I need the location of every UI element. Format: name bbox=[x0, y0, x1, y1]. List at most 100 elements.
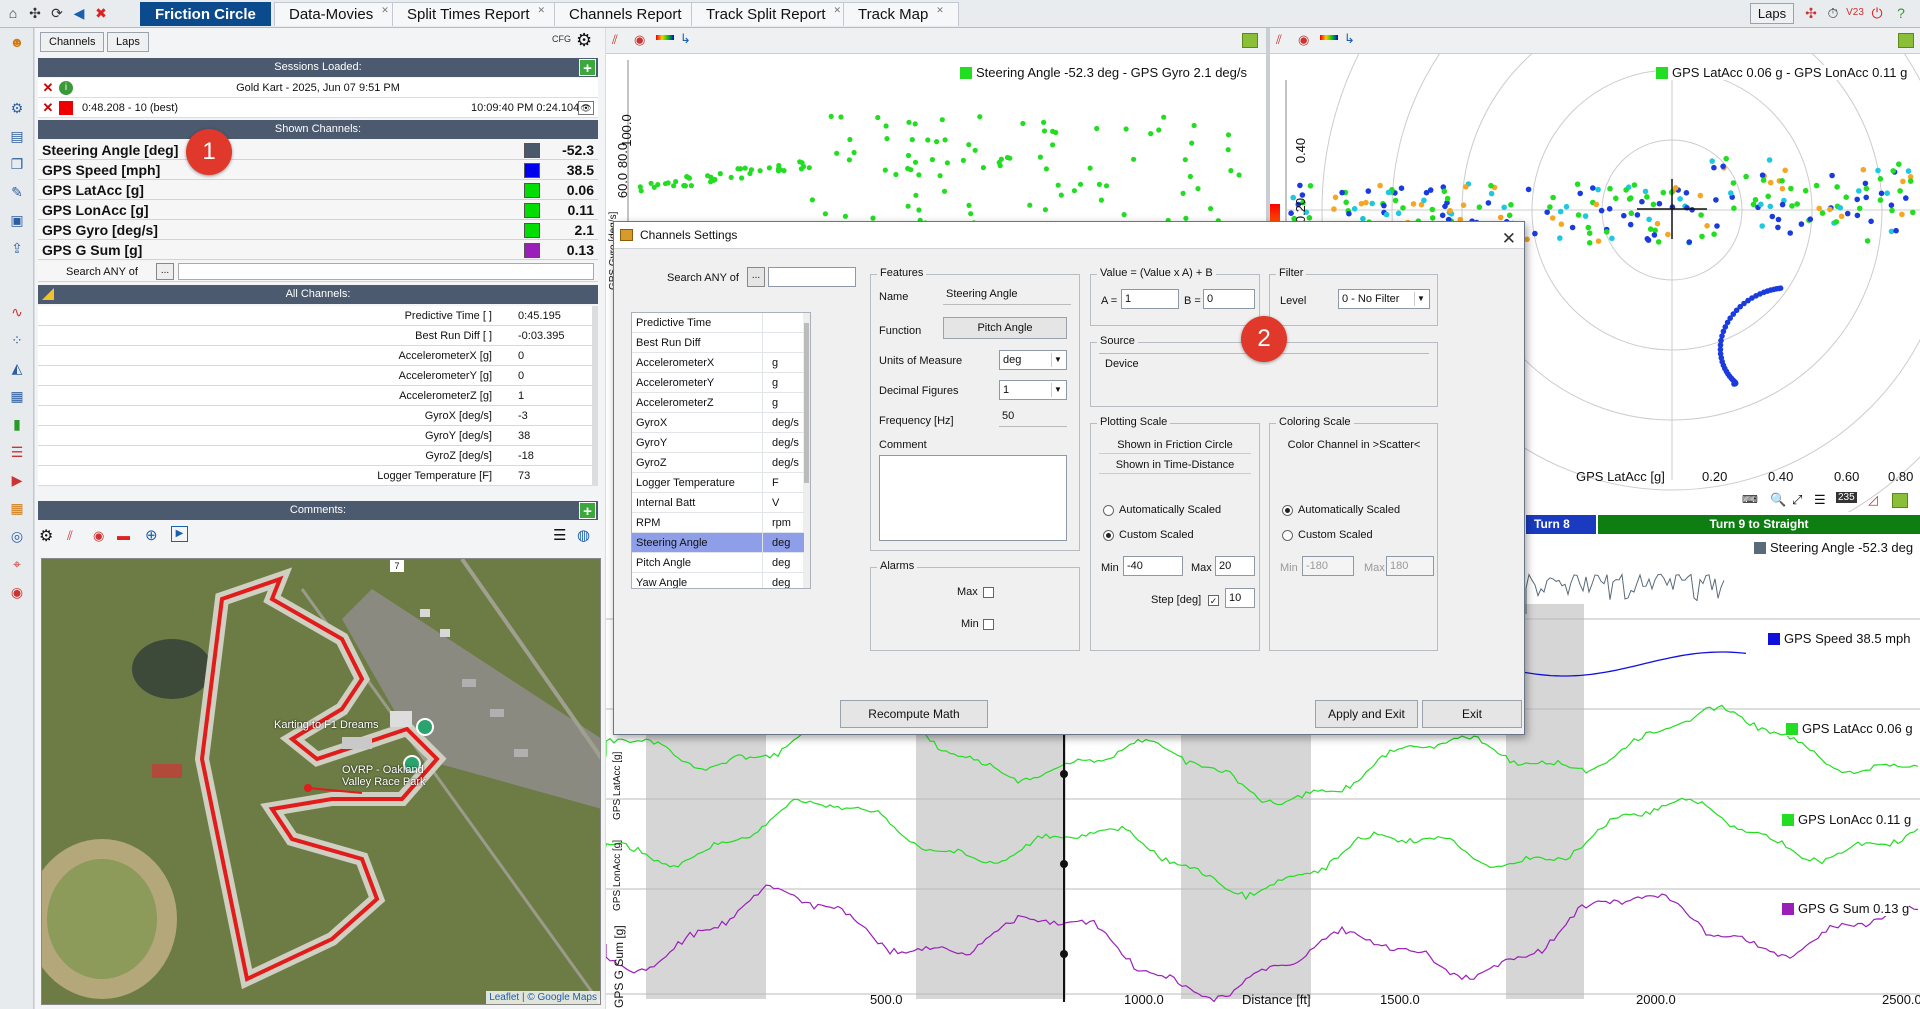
color-min-input[interactable]: -180 bbox=[1302, 556, 1354, 576]
function-button[interactable]: Pitch Angle bbox=[943, 317, 1067, 339]
puzzle-icon[interactable]: ✣ bbox=[26, 4, 44, 22]
help-icon[interactable]: ? bbox=[1892, 4, 1910, 22]
shown-friction-circle[interactable]: Shown in Friction Circle bbox=[1099, 436, 1251, 454]
freq-field[interactable]: 50 bbox=[999, 407, 1067, 427]
map-globe-icon[interactable]: ◍ bbox=[577, 526, 590, 544]
td-keyboard-icon[interactable]: ⌨ bbox=[1742, 493, 1758, 506]
exit-button[interactable]: Exit bbox=[1422, 700, 1522, 728]
shown-channel-row[interactable]: GPS Speed [mph] 38.5 bbox=[38, 160, 598, 180]
settings-gear-icon[interactable]: ⚙ bbox=[6, 98, 28, 118]
a-input[interactable]: 1 bbox=[1121, 289, 1179, 309]
puzzle-red-icon[interactable]: ✣ bbox=[1802, 4, 1820, 22]
back-icon[interactable]: ◀ bbox=[70, 4, 88, 22]
dialog-channel-item[interactable]: AccelerometerX g bbox=[632, 353, 804, 373]
color-max-input[interactable]: 180 bbox=[1386, 556, 1434, 576]
dialog-channel-item[interactable]: Predictive Time bbox=[632, 313, 804, 333]
all-channel-row[interactable]: AccelerometerY [g] 0 bbox=[38, 366, 592, 386]
segment-turn8[interactable]: Turn 8 bbox=[1526, 515, 1596, 534]
dialog-channel-item[interactable]: Yaw Angle deg bbox=[632, 573, 804, 588]
search-input[interactable] bbox=[178, 263, 594, 280]
td-zoom-icon[interactable]: 🔍 bbox=[1770, 492, 1786, 508]
export-icon[interactable]: ⇪ bbox=[6, 238, 28, 258]
dialog-channel-item[interactable]: RPM rpm bbox=[632, 513, 804, 533]
rec-circle-icon[interactable]: ◉ bbox=[634, 32, 645, 48]
td-menu-icon[interactable] bbox=[1892, 493, 1908, 508]
lines2-icon[interactable]: ⫽ bbox=[1276, 32, 1282, 48]
td-zoom-out-icon[interactable]: ⤢ bbox=[1792, 492, 1802, 508]
map-color-icon[interactable]: ▬ bbox=[117, 528, 130, 543]
tab-close-icon[interactable]: ✕ bbox=[381, 5, 389, 15]
dialog-search-options[interactable]: ... bbox=[747, 267, 765, 287]
b-input[interactable]: 0 bbox=[1203, 289, 1255, 309]
step-checkbox[interactable]: ✓ bbox=[1208, 595, 1219, 606]
units-select[interactable]: deg ▼ bbox=[999, 350, 1067, 370]
all-channel-row[interactable]: Logger Temperature [F] 73 bbox=[38, 466, 592, 486]
home-icon[interactable]: ⌂ bbox=[4, 4, 22, 22]
map-play-icon[interactable]: ▶ bbox=[171, 526, 188, 542]
dialog-close-icon[interactable]: ✕ bbox=[1502, 225, 1516, 252]
collapse-icon[interactable] bbox=[42, 288, 54, 300]
remove-lap-icon[interactable]: ✕ bbox=[41, 101, 55, 115]
copy-icon[interactable]: ❐ bbox=[6, 154, 28, 174]
channel-color-swatch[interactable] bbox=[524, 143, 540, 158]
td-number-icon[interactable]: 235 bbox=[1836, 492, 1857, 503]
chart-menu-icon[interactable] bbox=[1242, 33, 1258, 48]
wrench-icon[interactable]: ✎ bbox=[6, 182, 28, 202]
chart-scatter-icon[interactable]: ⁘ bbox=[6, 330, 28, 350]
rec-icon[interactable]: ◉ bbox=[6, 582, 28, 602]
shown-time-distance[interactable]: Shown in Time-Distance bbox=[1099, 456, 1251, 474]
map-layers-icon[interactable]: ☰ bbox=[553, 526, 566, 544]
axis-icon[interactable]: ↳ bbox=[680, 31, 691, 47]
tab-close-icon[interactable]: ✕ bbox=[833, 5, 841, 15]
comment-textarea[interactable] bbox=[879, 455, 1067, 541]
name-field[interactable]: Steering Angle bbox=[943, 285, 1071, 305]
stopwatch-icon[interactable]: ⏱ bbox=[1824, 4, 1842, 22]
step-input[interactable]: 10 bbox=[1225, 588, 1255, 608]
dialog-channel-item[interactable]: Best Run Diff bbox=[632, 333, 804, 353]
grid-icon[interactable]: ▦ bbox=[6, 498, 28, 518]
tab-friction-circle[interactable]: Friction Circle bbox=[140, 2, 271, 26]
gear-icon[interactable]: ⚙ bbox=[576, 30, 592, 51]
alarm-max-checkbox[interactable] bbox=[983, 587, 994, 598]
channel-color-swatch[interactable] bbox=[524, 223, 540, 238]
map-gear-icon[interactable]: ⚙ bbox=[39, 526, 53, 546]
channel-color-swatch[interactable] bbox=[524, 163, 540, 178]
tab-close-icon[interactable]: ✕ bbox=[936, 5, 944, 15]
dialog-channel-item[interactable]: GyroX deg/s bbox=[632, 413, 804, 433]
channel-color-swatch[interactable] bbox=[524, 243, 540, 258]
all-channel-row[interactable]: AccelerometerX [g] 0 bbox=[38, 346, 592, 366]
add-session-icon[interactable]: + bbox=[579, 59, 596, 77]
apply-and-exit-button[interactable]: Apply and Exit bbox=[1315, 700, 1418, 728]
rec-circle2-icon[interactable]: ◉ bbox=[1298, 32, 1309, 48]
shown-channel-row[interactable]: GPS Gyro [deg/s] 2.1 bbox=[38, 220, 598, 240]
map-target-icon[interactable]: ⊕ bbox=[145, 526, 158, 544]
color-scale-icon[interactable] bbox=[656, 35, 674, 40]
chart-bar-icon[interactable]: ▮ bbox=[6, 414, 28, 434]
chart-line-icon[interactable]: ∿ bbox=[6, 302, 28, 322]
shown-channel-row[interactable]: GPS LatAcc [g] 0.06 bbox=[38, 180, 598, 200]
exit-icon[interactable]: ⏻ bbox=[1868, 4, 1886, 22]
tab-track-map[interactable]: Track Map ✕ bbox=[843, 2, 959, 26]
color-channel-scatter[interactable]: Color Channel in >Scatter< bbox=[1278, 436, 1430, 454]
tab-data-movies[interactable]: Data-Movies ✕ bbox=[274, 2, 404, 26]
dialog-channel-item[interactable]: Internal Batt V bbox=[632, 493, 804, 513]
report-icon[interactable]: ☰ bbox=[6, 442, 28, 462]
channel-list-scrollbar[interactable] bbox=[804, 323, 809, 483]
dialog-channel-item[interactable]: GyroY deg/s bbox=[632, 433, 804, 453]
dialog-channel-item[interactable]: AccelerometerZ g bbox=[632, 393, 804, 413]
all-channel-row[interactable]: GyroY [deg/s] 38 bbox=[38, 426, 592, 446]
recompute-math-button[interactable]: Recompute Math bbox=[840, 700, 988, 728]
color-custom-radio[interactable] bbox=[1282, 530, 1293, 541]
lines-icon[interactable]: ⫽ bbox=[612, 32, 618, 48]
session-row[interactable]: ✕ i Gold Kart - 2025, Jun 07 9:51 PM bbox=[38, 78, 598, 98]
all-channel-row[interactable]: AccelerometerZ [g] 1 bbox=[38, 386, 592, 406]
tab-split-times-report[interactable]: Split Times Report ✕ bbox=[392, 2, 561, 26]
close-circle-icon[interactable]: ✖ bbox=[92, 4, 110, 22]
all-channel-row[interactable]: GyroX [deg/s] -3 bbox=[38, 406, 592, 426]
search-options-button[interactable]: ... bbox=[156, 263, 174, 280]
poi-marker-1[interactable] bbox=[416, 718, 434, 736]
all-channel-row[interactable]: Predictive Time [ ] 0:45.195 bbox=[38, 306, 592, 326]
dialog-channel-list[interactable]: Predictive Time Best Run Diff Acceleromete… bbox=[631, 312, 811, 589]
channel-color-swatch[interactable] bbox=[524, 203, 540, 218]
dialog-channel-item[interactable]: AccelerometerY g bbox=[632, 373, 804, 393]
